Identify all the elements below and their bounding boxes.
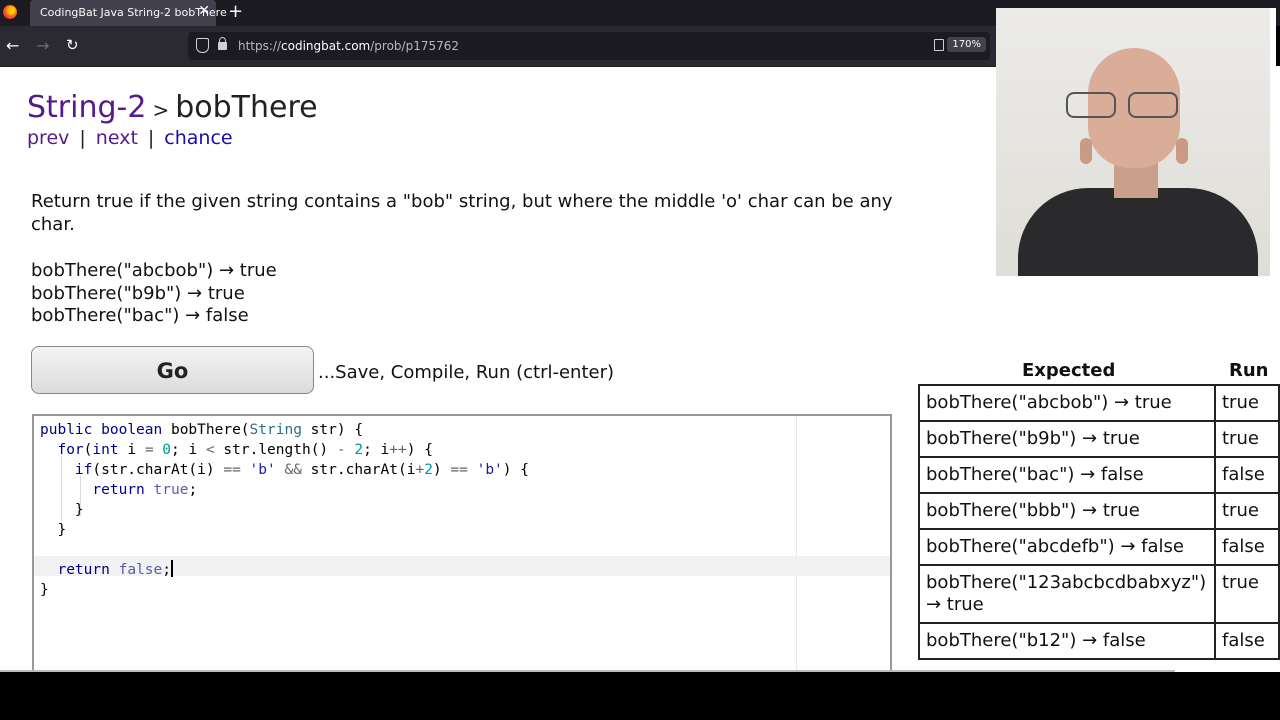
zoom-level[interactable]: 170% xyxy=(947,37,986,52)
print-margin xyxy=(796,416,797,672)
run-header: Run xyxy=(1229,360,1269,381)
example-line: bobThere("bac") → false xyxy=(31,305,249,326)
forward-icon[interactable]: → xyxy=(36,36,49,55)
expected-cell: bobThere("abcbob") → true xyxy=(918,384,1216,422)
person-body xyxy=(1018,188,1258,276)
person-ear xyxy=(1176,138,1188,164)
run-cell: false xyxy=(1214,622,1280,660)
person-glasses xyxy=(1066,92,1178,118)
run-cell: false xyxy=(1214,456,1280,494)
webcam-overlay xyxy=(996,8,1276,276)
url-prefix: https:// xyxy=(238,39,282,53)
run-cell: true xyxy=(1214,564,1280,624)
table-row: bobThere("b9b") → true true xyxy=(918,420,1280,458)
new-tab-button[interactable]: + xyxy=(228,1,243,22)
examples: bobThere("abcbob") → true bobThere("b9b"… xyxy=(31,260,277,328)
url-path: /prob/p175762 xyxy=(370,39,460,53)
expected-cell: bobThere("bac") → false xyxy=(918,456,1216,494)
table-row: bobThere("abcbob") → true true xyxy=(918,384,1280,422)
table-row: bobThere("b12") → false false xyxy=(918,622,1280,660)
letterbox-bar xyxy=(0,672,1280,720)
run-cell: false xyxy=(1214,528,1280,566)
overlay-edge xyxy=(1270,8,1276,276)
tab-close-button[interactable]: ✕ xyxy=(198,3,210,19)
breadcrumb-separator: > xyxy=(152,98,170,122)
tab-active[interactable]: CodingBat Java String-2 bobThere ✕ xyxy=(30,0,227,26)
reader-view-icon[interactable] xyxy=(934,39,944,51)
run-cell: true xyxy=(1214,420,1280,458)
problem-name: bobThere xyxy=(175,90,318,125)
divider xyxy=(0,66,1000,67)
page-title: String-2 > bobThere xyxy=(27,90,318,125)
expected-header: Expected xyxy=(1022,360,1116,381)
run-cell: true xyxy=(1214,384,1280,422)
nav-separator: | xyxy=(147,127,155,149)
results-table: bobThere("abcbob") → true true bobThere("… xyxy=(918,384,1280,660)
prev-link[interactable]: prev xyxy=(27,127,69,149)
table-row: bobThere("abcdefb") → false false xyxy=(918,528,1280,566)
expected-cell: bobThere("123abcbcdbabxyz") → true xyxy=(918,564,1216,624)
table-row: bobThere("123abcbcdbabxyz") → true true xyxy=(918,564,1280,624)
table-row: bobThere("bbb") → true true xyxy=(918,492,1280,530)
next-link[interactable]: next xyxy=(96,127,138,149)
chance-link[interactable]: chance xyxy=(164,127,232,149)
url-domain: codingbat.com xyxy=(281,39,371,53)
go-hint: ...Save, Compile, Run (ctrl-enter) xyxy=(318,362,614,383)
example-line: bobThere("b9b") → true xyxy=(31,282,245,304)
nav-separator: | xyxy=(79,127,86,149)
navigation-bar: ← → ↻ https://codingbat.com/prob/p175762… xyxy=(0,26,996,66)
lock-icon[interactable] xyxy=(218,37,227,50)
text-cursor xyxy=(170,560,173,577)
run-cell: true xyxy=(1214,492,1280,530)
table-row: bobThere("bac") → false false xyxy=(918,456,1280,494)
section-link[interactable]: String-2 xyxy=(27,90,146,125)
expected-cell: bobThere("b9b") → true xyxy=(918,420,1216,458)
shield-icon[interactable] xyxy=(196,38,209,53)
example-line: bobThere("abcbob") → true xyxy=(31,260,277,281)
problem-description: Return true if the given string contains… xyxy=(31,191,893,235)
url-text[interactable]: https://codingbat.com/prob/p175762 xyxy=(238,39,459,53)
code-editor[interactable]: public boolean bobThere(String str) { fo… xyxy=(32,414,892,672)
expected-cell: bobThere("bbb") → true xyxy=(918,492,1216,530)
problem-nav: prev | next | chance xyxy=(27,127,233,149)
url-bar[interactable]: https://codingbat.com/prob/p175762 170% xyxy=(188,32,990,60)
firefox-icon[interactable] xyxy=(3,5,17,19)
expected-cell: bobThere("abcdefb") → false xyxy=(918,528,1216,566)
back-icon[interactable]: ← xyxy=(6,36,19,55)
code-text[interactable]: public boolean bobThere(String str) { fo… xyxy=(40,420,529,600)
reload-icon[interactable]: ↻ xyxy=(66,36,79,54)
expected-cell: bobThere("b12") → false xyxy=(918,622,1216,660)
go-button[interactable]: Go xyxy=(31,346,314,394)
person-ear xyxy=(1080,138,1092,164)
